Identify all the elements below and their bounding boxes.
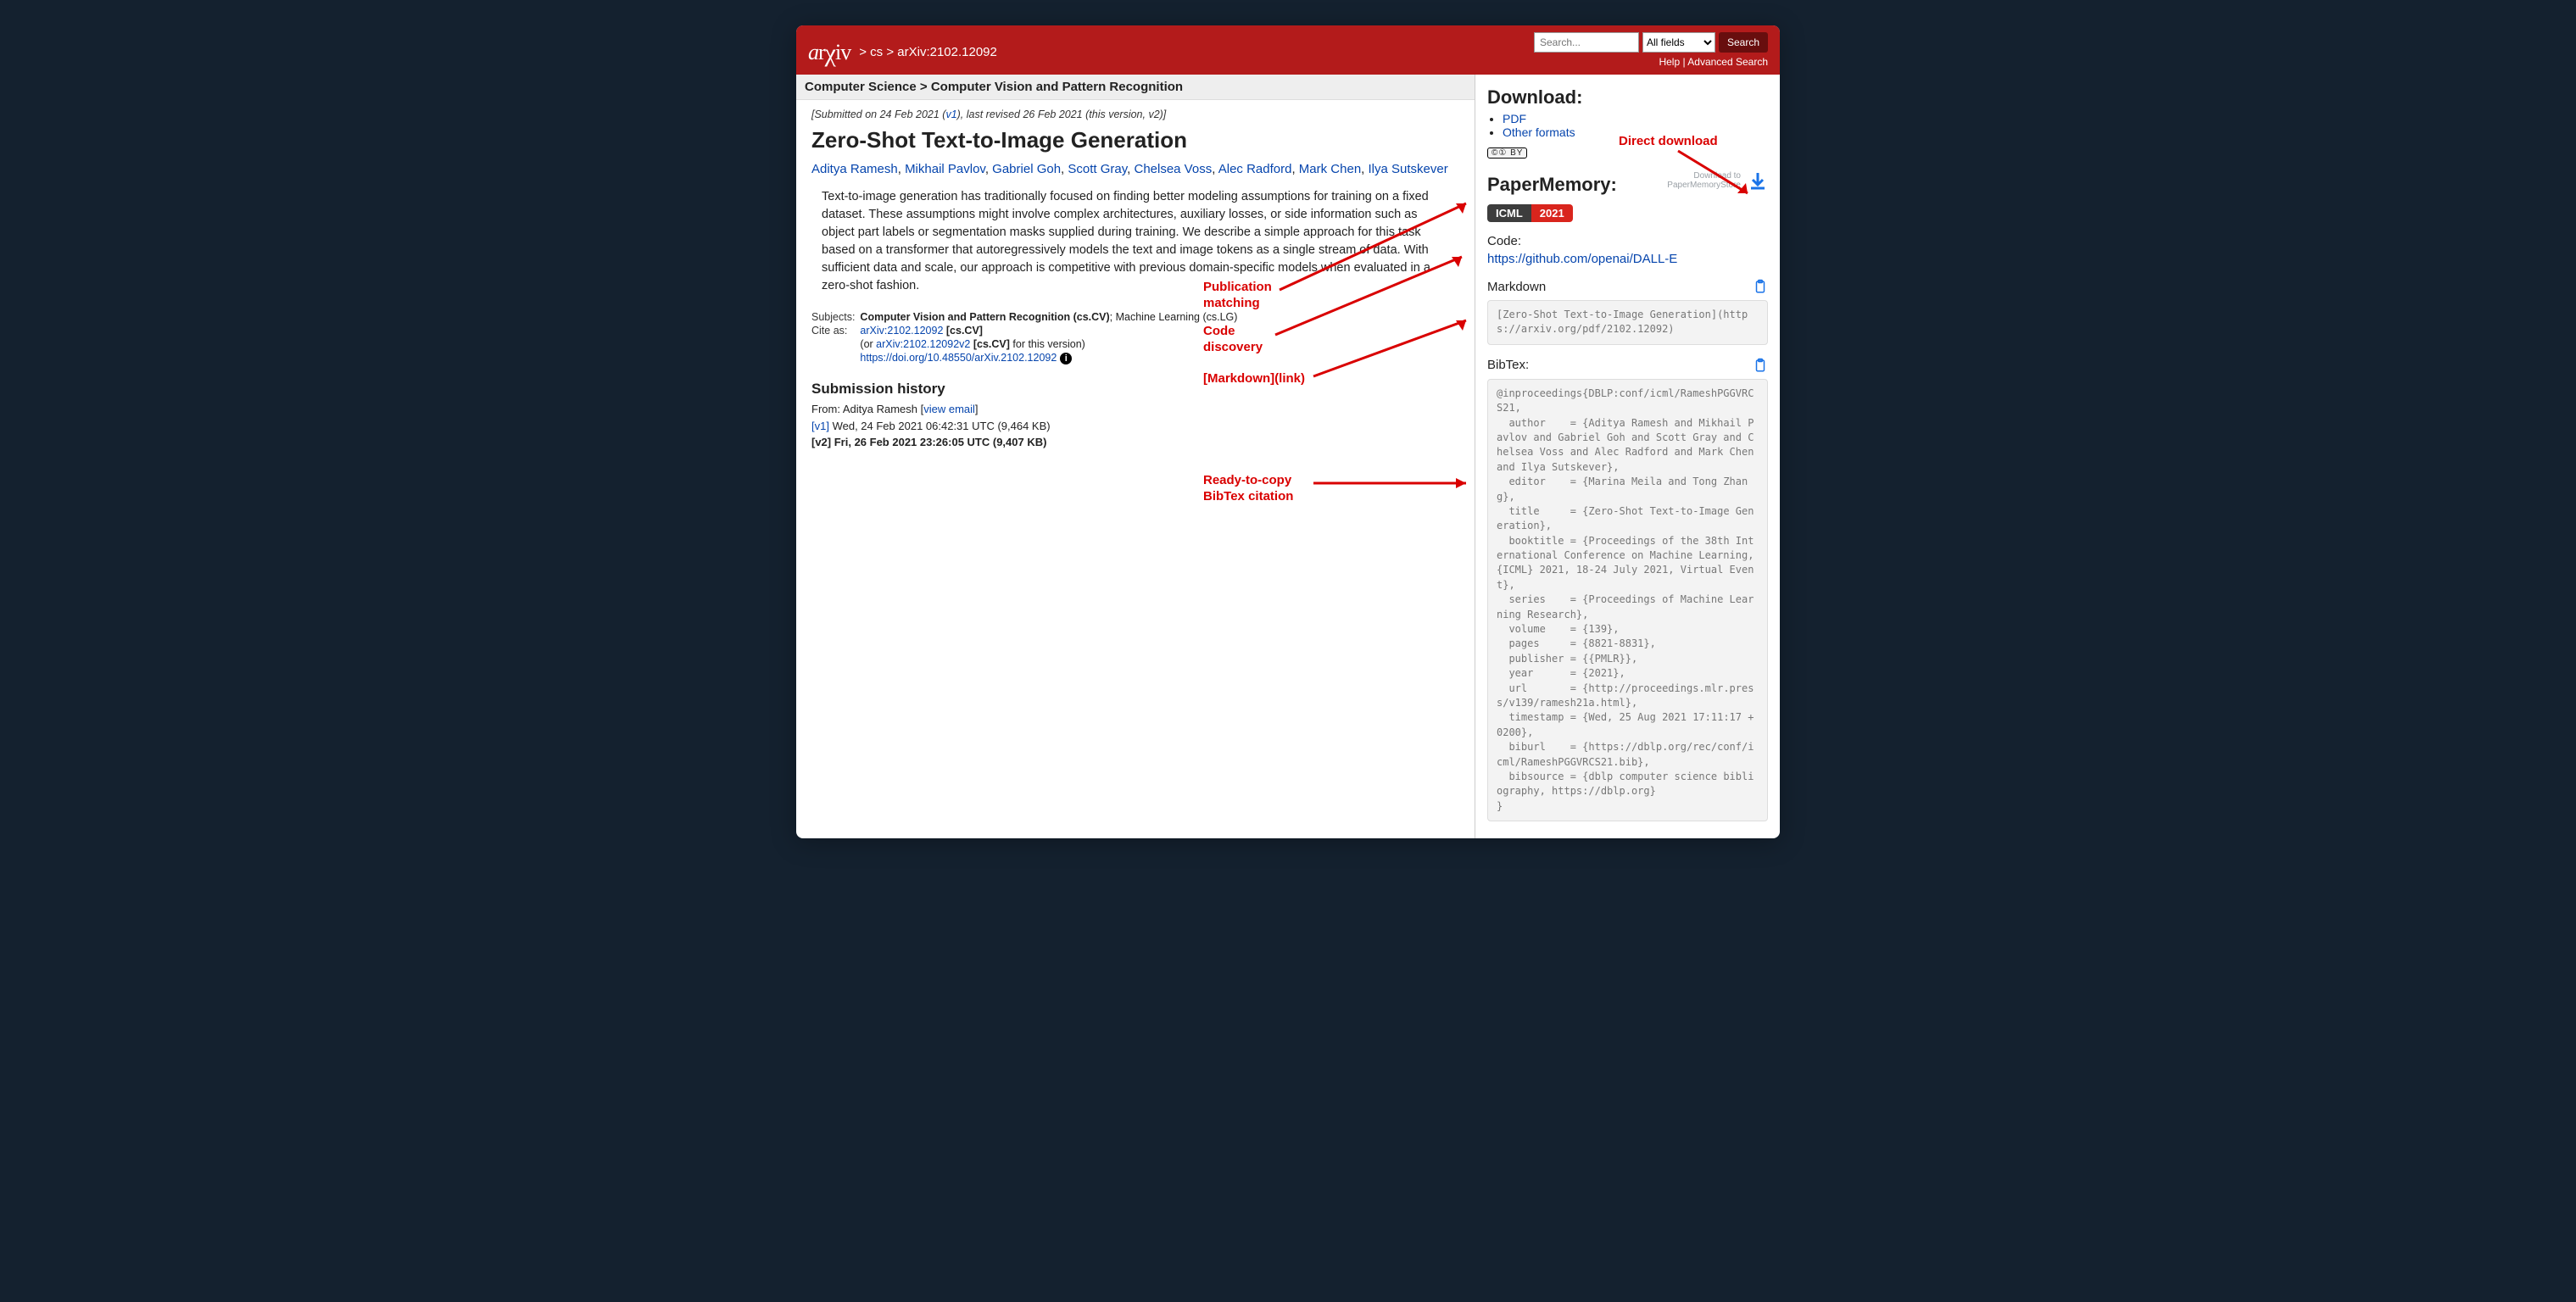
citeas-v2-link[interactable]: arXiv:2102.12092v2 [876,338,970,350]
help-link[interactable]: Help [1659,56,1680,68]
code-link[interactable]: https://github.com/openai/DALL-E [1487,252,1677,266]
bibtex-box[interactable]: @inproceedings{DBLP:conf/icml/RameshPGGV… [1487,379,1768,821]
author-link[interactable]: Aditya Ramesh [811,162,898,176]
v1-link[interactable]: v1 [945,108,956,120]
other-formats-link[interactable]: Other formats [1503,125,1575,139]
author-link[interactable]: Mikhail Pavlov [905,162,985,176]
info-icon[interactable]: i [1060,353,1072,364]
abstract: Text-to-image generation has traditional… [811,188,1459,295]
author-link[interactable]: Mark Chen [1299,162,1361,176]
download-icon[interactable] [1748,170,1768,191]
bibtex-label: BibTex: [1487,358,1529,372]
license-badge[interactable]: ©① cc BYBY [1487,147,1527,159]
arxiv-logo[interactable]: arχiv [808,37,850,66]
submitted-line: [Submitted on 24 Feb 2021 (v1), last rev… [811,108,1459,120]
download-heading: Download: [1487,86,1768,108]
breadcrumb: > cs > arXiv:2102.12092 [859,45,997,59]
metadata-table: Subjects: Computer Vision and Pattern Re… [811,310,1242,365]
citeas-link[interactable]: arXiv:2102.12092 [860,325,943,337]
author-link[interactable]: Ilya Sutskever [1369,162,1448,176]
author-link[interactable]: Scott Gray [1068,162,1127,176]
clipboard-icon[interactable] [1753,357,1768,374]
v1-history-link[interactable]: [v1] [811,420,829,432]
category-bar: Computer Science > Computer Vision and P… [796,75,1475,100]
clipboard-icon[interactable] [1753,278,1768,295]
author-list: Aditya Ramesh, Mikhail Pavlov, Gabriel G… [811,162,1459,176]
papermemory-heading: PaperMemory: [1487,174,1617,196]
search-input[interactable] [1534,32,1639,53]
search-field-select[interactable]: All fields [1642,32,1715,53]
search-button[interactable]: Search [1719,32,1768,53]
submission-history-heading: Submission history [811,381,1459,398]
download-to-store-label: Download to PaperMemoryStore [1667,171,1741,190]
view-email-link[interactable]: view email [923,403,975,415]
paper-title: Zero-Shot Text-to-Image Generation [811,127,1459,153]
doi-link[interactable]: https://doi.org/10.48550/arXiv.2102.1209… [860,352,1057,364]
author-link[interactable]: Gabriel Goh [992,162,1061,176]
author-link[interactable]: Chelsea Voss [1134,162,1212,176]
code-label: Code: [1487,234,1521,248]
markdown-label: Markdown [1487,280,1546,294]
venue-badge: ICML2021 [1487,204,1573,222]
markdown-box[interactable]: [Zero-Shot Text-to-Image Generation](htt… [1487,300,1768,345]
submission-history: From: Aditya Ramesh [view email] [v1] We… [811,401,1459,451]
pdf-link[interactable]: PDF [1503,112,1526,125]
top-banner: arχiv > cs > arXiv:2102.12092 All fields… [796,25,1780,75]
advanced-search-link[interactable]: Advanced Search [1687,56,1768,68]
author-link[interactable]: Alec Radford [1218,162,1292,176]
